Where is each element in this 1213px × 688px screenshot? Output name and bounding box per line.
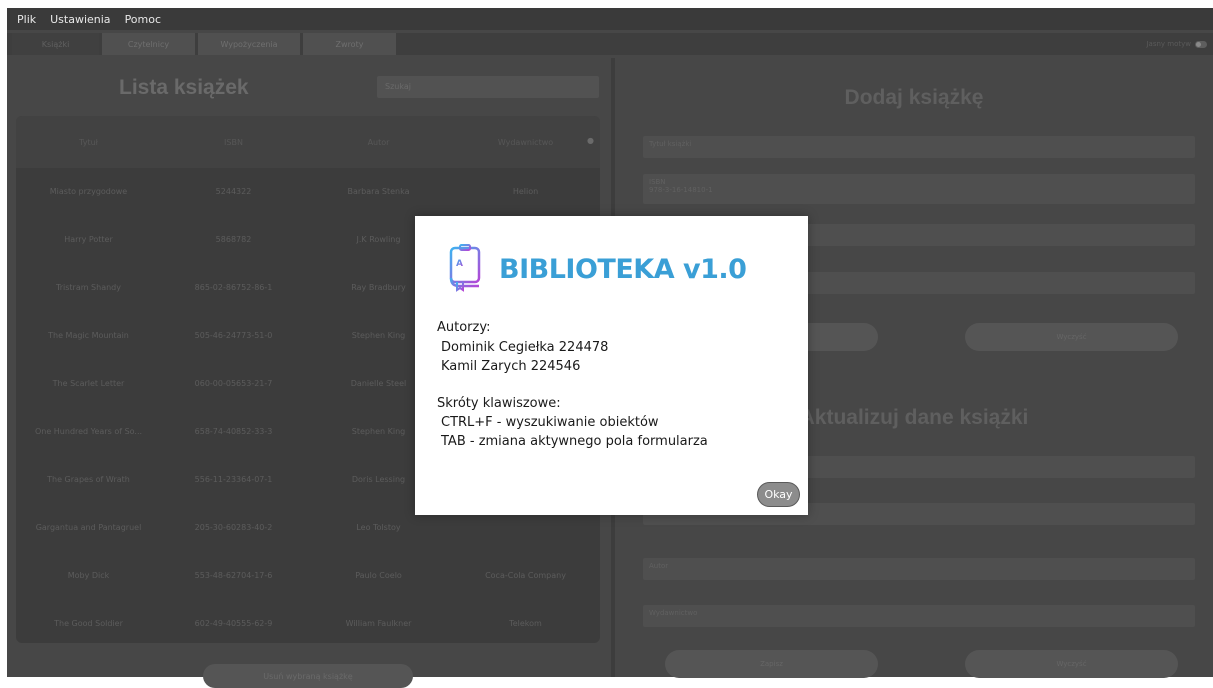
add-book-title: Dodaj książkę: [844, 86, 984, 109]
add-title-field[interactable]: Tytuł książki: [643, 136, 1195, 158]
table-cell: Tristram Shandy: [56, 282, 121, 292]
table-cell: 865-02-86752-86-1: [194, 282, 273, 292]
about-dialog: A BIBLIOTEKA v1.0 Autorzy: Dominik Cegie…: [415, 216, 808, 515]
tab-wypozyczenia[interactable]: Wypożyczenia: [198, 33, 300, 55]
column-header-isbn[interactable]: ISBN: [161, 138, 306, 147]
menu-ustawienia[interactable]: Ustawienia: [43, 13, 117, 26]
table-cell: 205-30-60283-40-2: [194, 522, 273, 532]
table-cell: Gargantua and Pantagruel: [35, 522, 142, 532]
table-cell: 658-74-40852-33-3: [194, 426, 273, 436]
tab-zwroty[interactable]: Zwroty: [303, 33, 396, 55]
update-clear-button[interactable]: Wyczyść: [965, 650, 1178, 678]
table-cell: 553-48-62704-17-6: [194, 570, 273, 580]
update-publisher-field[interactable]: Wydawnictwo: [643, 605, 1195, 627]
add-isbn-field[interactable]: ISBN 978-3-16-14810-1: [643, 174, 1195, 204]
svg-text:A: A: [456, 259, 463, 269]
sort-arrow-icon[interactable]: ●: [587, 136, 594, 145]
table-cell: 602-49-40555-62-9: [194, 618, 273, 628]
update-author-field[interactable]: Autor: [643, 558, 1195, 580]
table-cell: Telekom: [509, 618, 542, 628]
table-cell: Barbara Stenka: [347, 186, 410, 196]
table-cell: 556-11-23364-07-1: [194, 474, 273, 484]
tab-czytelnicy[interactable]: Czytelnicy: [102, 33, 195, 55]
menu-pomoc[interactable]: Pomoc: [118, 13, 168, 26]
table-row[interactable]: Moby Dick 553-48-62704-17-6 Paulo Coelo Coc…: [16, 552, 600, 598]
app-title: BIBLIOTEKA v1.0: [499, 254, 747, 285]
table-cell: One Hundred Years of So...: [34, 426, 143, 436]
table-cell: Paulo Coelo: [355, 570, 402, 580]
page-title: Lista książek: [119, 76, 249, 99]
table-cell: 505-46-24773-51-0: [194, 330, 273, 340]
book-icon: A: [449, 244, 481, 292]
table-cell: Helion: [512, 186, 539, 196]
table-cell: Coca-Cola Company: [485, 570, 566, 580]
add-clear-button[interactable]: Wyczyść: [965, 323, 1178, 351]
search-input[interactable]: Szukaj: [377, 76, 599, 98]
table-cell: 5244322: [215, 186, 252, 196]
table-cell: The Good Soldier: [54, 618, 123, 628]
table-cell: Miasto przygodowe: [49, 186, 128, 196]
table-row[interactable]: Miasto przygodowe 5244322 Barbara Stenka He…: [16, 168, 600, 214]
update-save-button[interactable]: Zapisz: [665, 650, 878, 678]
table-cell: 5868782: [215, 234, 252, 244]
okay-button[interactable]: Okay: [757, 482, 800, 507]
author-1: Dominik Cegiełka 224478: [441, 340, 609, 355]
table-cell: Leo Tolstoy: [356, 522, 401, 532]
tab-bar: Książki Czytelnicy Wypożyczenia Zwroty J…: [7, 33, 1213, 55]
table-row[interactable]: The Good Soldier 602-49-40555-62-9 William…: [16, 600, 600, 643]
column-header-publisher[interactable]: Wydawnictwo: [451, 138, 600, 147]
table-cell: The Grapes of Wrath: [47, 474, 130, 484]
authors-label: Autorzy:: [437, 320, 491, 335]
table-cell: The Scarlet Letter: [52, 378, 125, 388]
menu-plik[interactable]: Plik: [7, 13, 43, 26]
delete-book-button[interactable]: Usuń wybraną książkę: [203, 664, 413, 688]
column-header-author[interactable]: Autor: [306, 138, 451, 147]
table-cell: William Faulkner: [345, 618, 412, 628]
shortcut-2: TAB - zmiana aktywnego pola formularza: [441, 434, 708, 449]
table-cell: The Magic Mountain: [48, 330, 129, 340]
menu-bar: Plik Ustawienia Pomoc: [7, 8, 1213, 30]
table-cell: Harry Potter: [64, 234, 113, 244]
tab-ksiazki[interactable]: Książki: [12, 33, 99, 55]
table-cell: 060-00-05653-21-7: [194, 378, 273, 388]
shortcuts-label: Skróty klawiszowe:: [437, 396, 561, 411]
column-header-title[interactable]: Tytuł: [16, 138, 161, 147]
author-2: Kamil Zarych 224546: [441, 359, 581, 374]
table-cell: Moby Dick: [67, 570, 110, 580]
toggle-switch-icon: [1195, 40, 1207, 48]
shortcut-1: CTRL+F - wyszukiwanie obiektów: [441, 415, 659, 430]
theme-toggle-label: Jasny motyw: [1146, 40, 1191, 48]
theme-toggle[interactable]: Jasny motyw: [1146, 33, 1207, 55]
table-header: Tytuł ISBN Autor Wydawnictwo ●: [16, 116, 600, 168]
